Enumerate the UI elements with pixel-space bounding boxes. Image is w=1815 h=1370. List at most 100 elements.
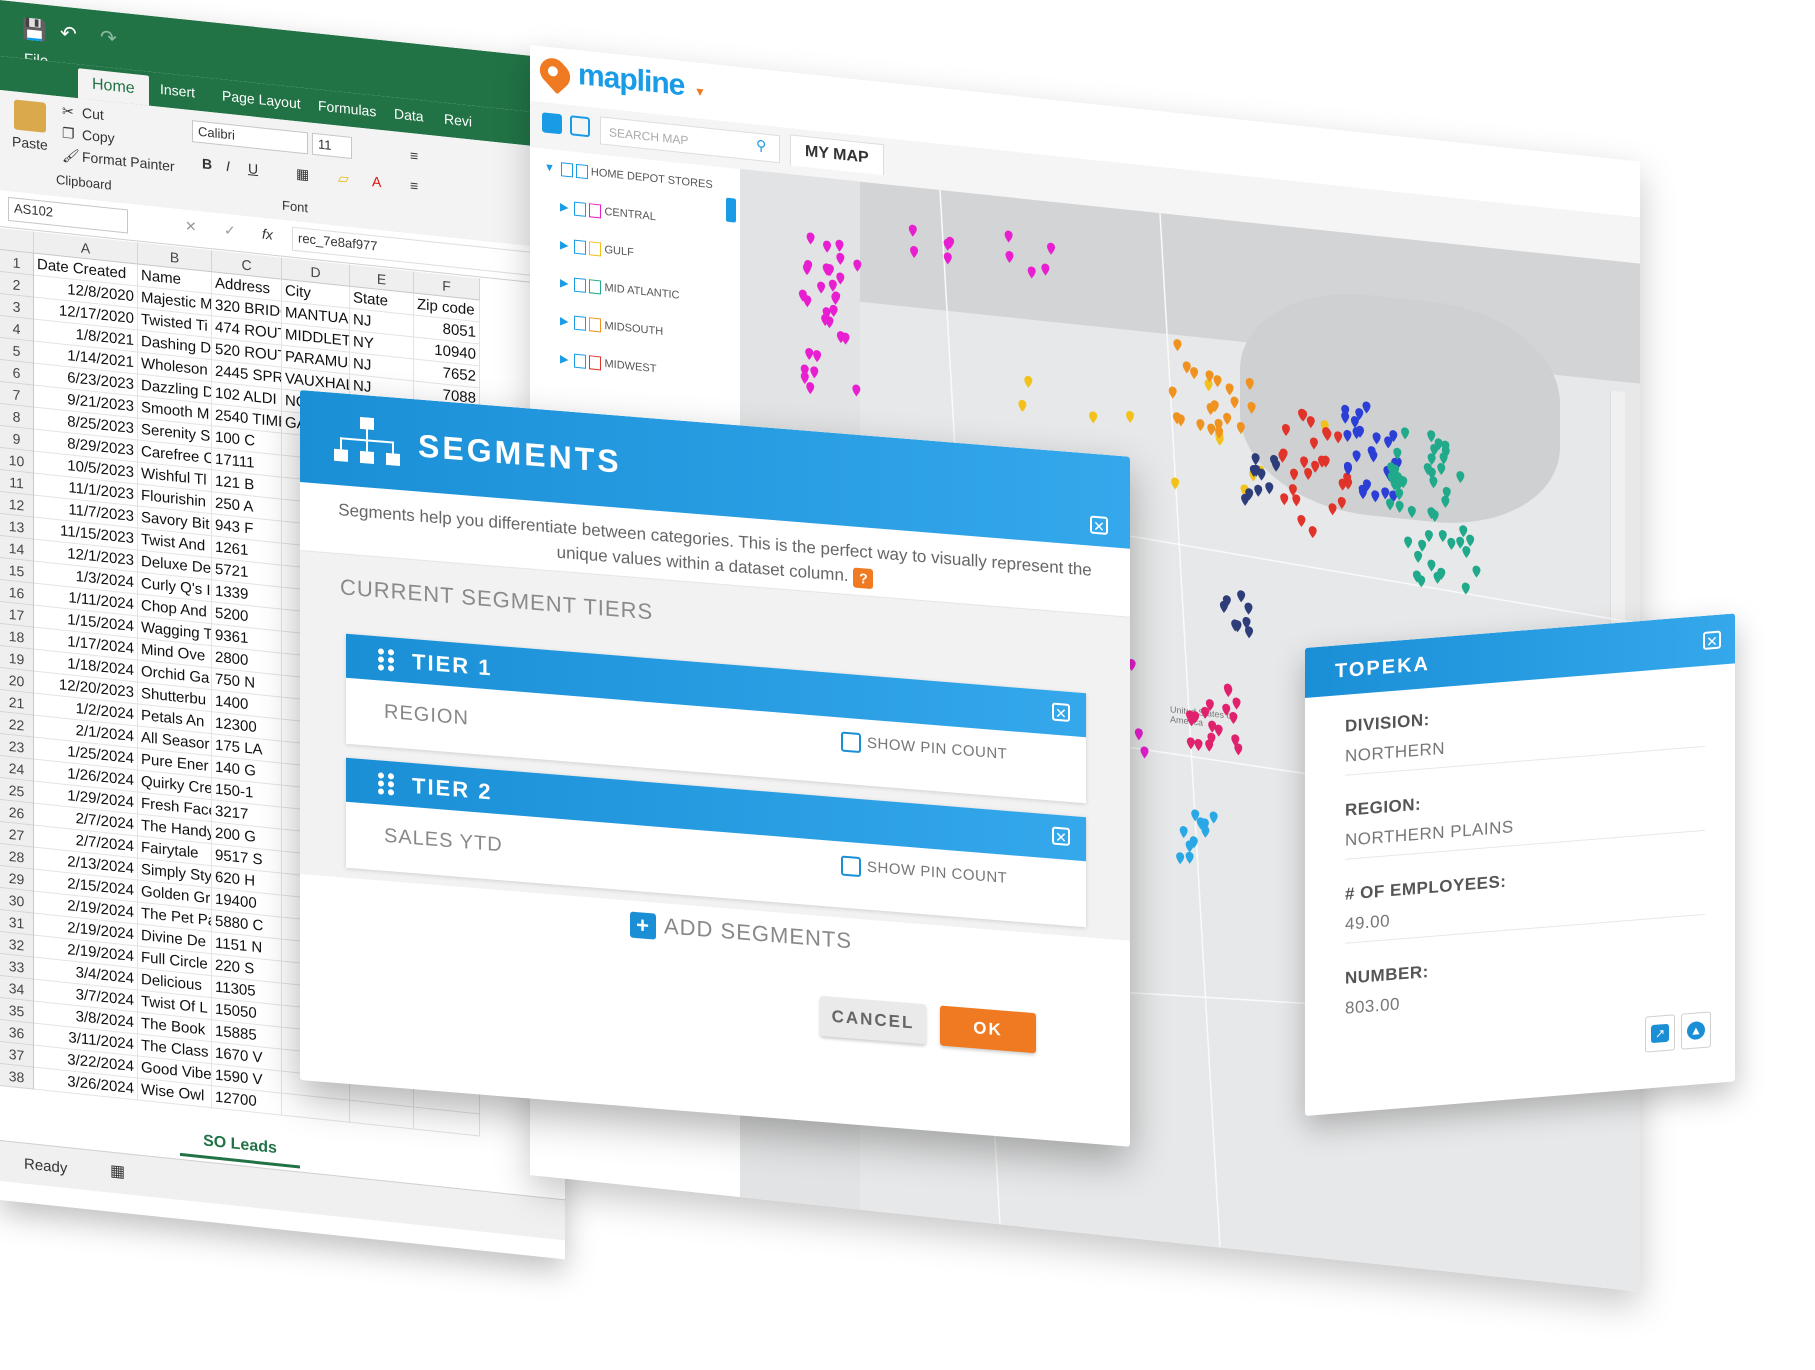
map-pin[interactable] <box>1047 242 1056 255</box>
data-table-icon[interactable] <box>570 115 590 138</box>
map-pin[interactable] <box>1438 530 1447 543</box>
expand-icon[interactable]: ▶ <box>560 276 568 290</box>
map-pin[interactable] <box>1281 424 1290 437</box>
map-pin[interactable] <box>1418 539 1427 552</box>
paste-button[interactable]: Paste <box>12 133 48 153</box>
checkbox-icon[interactable] <box>560 162 573 178</box>
map-pin[interactable] <box>1225 383 1234 396</box>
map-pin[interactable] <box>1437 463 1446 476</box>
map-pin[interactable] <box>1027 266 1036 279</box>
map-pin[interactable] <box>1427 559 1436 572</box>
checkbox-icon[interactable] <box>589 279 602 295</box>
map-pin[interactable] <box>1306 416 1315 429</box>
map-pin[interactable] <box>1222 703 1231 716</box>
map-pin[interactable] <box>1041 263 1050 276</box>
map-pin[interactable] <box>1334 431 1343 444</box>
map-pin[interactable] <box>1372 432 1381 445</box>
confirm-entry-icon[interactable]: ✓ <box>224 222 236 240</box>
checkbox-icon[interactable] <box>589 203 602 219</box>
map-pin[interactable] <box>1297 514 1306 528</box>
map-pin[interactable] <box>1185 840 1194 853</box>
map-pin[interactable] <box>1429 476 1438 489</box>
map-pin[interactable] <box>1343 429 1352 443</box>
italic-button[interactable]: I <box>226 158 230 174</box>
directions-button[interactable]: ↗ <box>1645 1014 1675 1053</box>
map-pin[interactable] <box>810 366 819 379</box>
map-pin[interactable] <box>853 259 862 272</box>
map-pin[interactable] <box>1381 487 1390 500</box>
map-pin[interactable] <box>1207 423 1216 436</box>
tree-item-mid-atlantic[interactable]: ▶ MID ATLANTIC <box>560 276 679 303</box>
checkbox-icon[interactable] <box>574 277 587 294</box>
map-pin[interactable] <box>1201 706 1210 719</box>
tab-review[interactable]: Revi <box>444 111 472 130</box>
map-pin[interactable] <box>1362 401 1371 414</box>
map-pin[interactable] <box>813 350 822 363</box>
map-pin[interactable] <box>1171 477 1180 490</box>
bold-button[interactable]: B <box>202 155 212 172</box>
ok-button[interactable]: OK <box>940 1005 1036 1054</box>
map-pin[interactable] <box>1386 498 1395 511</box>
map-pin[interactable] <box>1304 467 1313 481</box>
checkbox-icon[interactable] <box>841 855 861 878</box>
expand-icon[interactable]: ▶ <box>560 314 568 328</box>
map-pin[interactable] <box>1244 602 1253 615</box>
map-pin[interactable] <box>1245 626 1254 639</box>
checkbox-icon[interactable] <box>574 201 587 218</box>
add-layer-icon[interactable] <box>542 112 562 135</box>
map-pin[interactable] <box>1140 746 1149 759</box>
checkbox-icon[interactable] <box>574 239 587 256</box>
map-pin[interactable] <box>1182 361 1191 374</box>
expand-icon[interactable]: ▶ <box>560 238 568 252</box>
map-pin[interactable] <box>1209 811 1218 824</box>
tier-field-value[interactable]: SALES YTD <box>384 825 503 858</box>
format-painter-icon[interactable]: 🖌 <box>62 147 80 166</box>
map-pin[interactable] <box>806 232 815 245</box>
map-pin[interactable] <box>1190 367 1199 380</box>
tree-item-midwest[interactable]: ▶ MIDWEST <box>560 352 656 376</box>
map-pin[interactable] <box>805 348 814 361</box>
tier-field-value[interactable]: REGION <box>384 701 469 731</box>
align-top-icon[interactable]: ≡ <box>410 147 418 164</box>
map-pin[interactable] <box>1126 410 1135 424</box>
map-pin[interactable] <box>1424 530 1433 543</box>
map-pin[interactable] <box>1173 339 1182 352</box>
remove-tier-icon[interactable]: ✕ <box>1052 826 1070 846</box>
checkbox-icon[interactable] <box>574 353 587 370</box>
paste-icon[interactable] <box>14 99 46 133</box>
map-pin[interactable] <box>1224 685 1233 698</box>
copy-icon[interactable]: ❐ <box>62 125 75 143</box>
save-icon[interactable]: 💾 <box>22 16 47 44</box>
map-pin[interactable] <box>1439 452 1448 465</box>
map-pin[interactable] <box>1232 697 1241 710</box>
map-pin[interactable] <box>1447 537 1456 550</box>
font-color-icon[interactable]: A <box>372 173 381 190</box>
map-pin[interactable] <box>910 246 919 259</box>
map-pin[interactable] <box>1213 375 1222 388</box>
map-pin[interactable] <box>1245 378 1254 391</box>
map-pin[interactable] <box>829 304 838 317</box>
map-pin[interactable] <box>1472 565 1481 578</box>
drag-handle-icon[interactable] <box>378 648 396 672</box>
map-pin[interactable] <box>1407 505 1416 519</box>
map-pin[interactable] <box>1134 728 1143 741</box>
map-pin[interactable] <box>1395 488 1404 501</box>
expand-icon[interactable]: ▼ <box>544 161 555 174</box>
expand-icon[interactable]: ▶ <box>560 352 568 366</box>
map-pin[interactable] <box>1257 468 1266 481</box>
undo-icon[interactable]: ↶ <box>60 20 77 47</box>
map-pin[interactable] <box>1005 251 1014 264</box>
map-pin[interactable] <box>1404 536 1413 549</box>
map-pin[interactable] <box>1251 453 1260 466</box>
row-number[interactable]: 38 <box>0 1064 34 1090</box>
map-pin[interactable] <box>1441 495 1450 509</box>
checkbox-icon[interactable] <box>574 315 587 332</box>
fill-color-icon[interactable]: ▱ <box>338 170 349 188</box>
map-pin[interactable] <box>1194 738 1203 752</box>
format-painter-button[interactable]: Format Painter <box>82 149 175 175</box>
checkbox-icon[interactable] <box>841 731 861 754</box>
map-pin[interactable] <box>835 239 844 252</box>
map-pin[interactable] <box>1196 419 1205 432</box>
help-icon[interactable]: ? <box>853 567 874 589</box>
map-pin[interactable] <box>1343 461 1352 474</box>
